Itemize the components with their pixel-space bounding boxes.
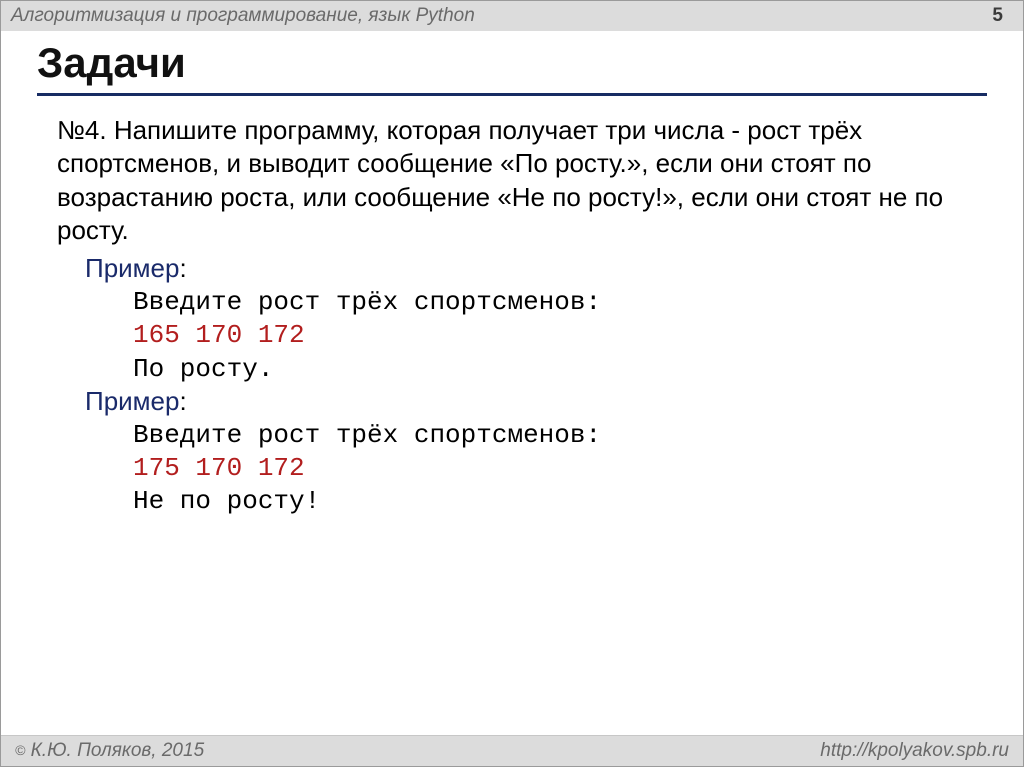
page-heading: Задачи	[37, 39, 987, 87]
task-text: №4. Напишите программу, которая получает…	[57, 114, 987, 247]
content: Задачи №4. Напишите программу, которая п…	[1, 31, 1023, 519]
example-block-1: Пример: Введите рост трёх спортсменов: 1…	[37, 253, 987, 386]
example-prompt: Введите рост трёх спортсменов:	[133, 286, 987, 319]
example-input: 175 170 172	[133, 452, 987, 485]
example-block-2: Пример: Введите рост трёх спортсменов: 1…	[37, 386, 987, 519]
header-title: Алгоритмизация и программирование, язык …	[11, 5, 475, 27]
footer-bar: © К.Ю. Поляков, 2015 http://kpolyakov.sp…	[1, 735, 1023, 766]
footer-url: http://kpolyakov.spb.ru	[820, 740, 1009, 762]
task-number: №4.	[57, 115, 107, 145]
example-label: Пример:	[85, 386, 987, 417]
task-body: Напишите программу, которая получает три…	[57, 115, 943, 245]
copyright-symbol: ©	[15, 742, 25, 758]
example-input: 165 170 172	[133, 319, 987, 352]
example-prompt: Введите рост трёх спортсменов:	[133, 419, 987, 452]
header-bar: Алгоритмизация и программирование, язык …	[1, 1, 1023, 31]
footer-copyright: © К.Ю. Поляков, 2015	[15, 740, 204, 762]
example-output: Не по росту!	[133, 485, 987, 518]
page-number: 5	[992, 5, 1011, 27]
example-label: Пример:	[85, 253, 987, 284]
example-output: По росту.	[133, 353, 987, 386]
heading-rule	[37, 93, 987, 96]
